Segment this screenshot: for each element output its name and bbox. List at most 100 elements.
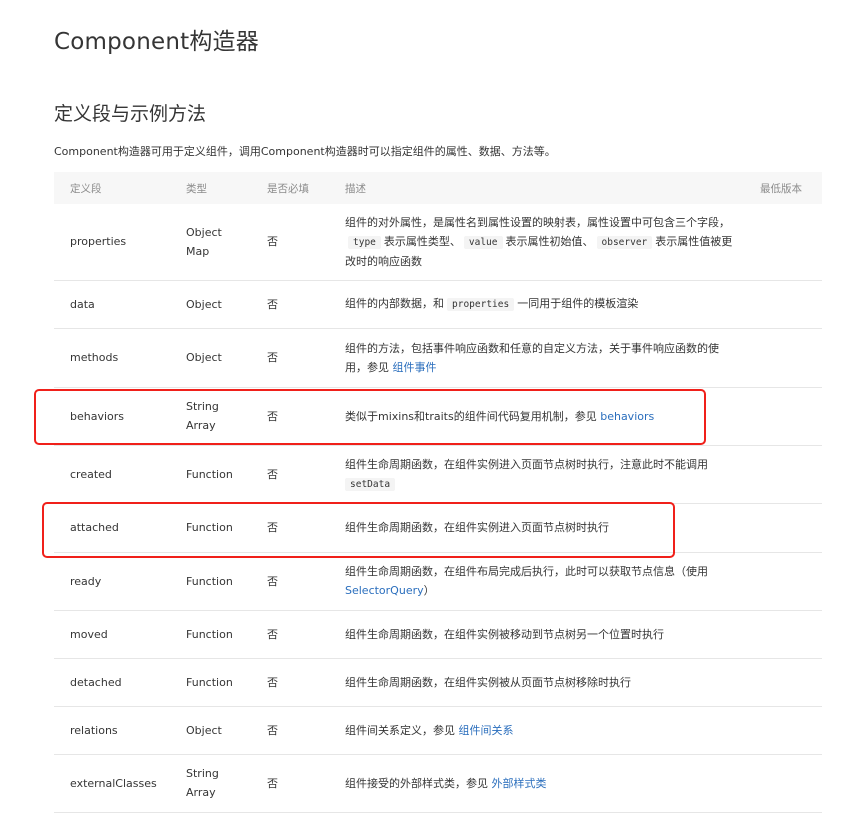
link-component-events[interactable]: 组件事件 [393, 361, 437, 374]
table-row: properties Object Map 否 组件的对外属性，是属性名到属性设… [54, 204, 822, 281]
link-component-relations[interactable]: 组件间关系 [459, 724, 514, 737]
table-row: relations Object 否 组件间关系定义，参见 组件间关系 [54, 706, 822, 755]
row-name: externalClasses [54, 754, 170, 813]
header-required: 是否必填 [251, 172, 329, 204]
link-selector-query[interactable]: SelectorQuery [345, 584, 424, 597]
table-row: detached Function 否 组件生命周期函数，在组件实例被从页面节点… [54, 658, 822, 707]
row-name: properties [54, 204, 170, 281]
row-type: String Array [170, 754, 251, 813]
desc-text: 组件生命周期函数，在组件实例被移动到节点树另一个位置时执行 [345, 627, 664, 641]
row-required: 否 [251, 387, 329, 446]
table-row: behaviors String Array 否 类似于mixins和trait… [54, 387, 822, 446]
row-description: 组件的内部数据，和 properties 一同用于组件的模板渲染 [329, 280, 744, 329]
row-type: Object [170, 706, 251, 755]
page-title: Component构造器 [54, 29, 259, 55]
row-description: 组件接受的外部样式类，参见 外部样式类 [329, 754, 744, 813]
row-name: moved [54, 610, 170, 659]
code-properties: properties [447, 298, 515, 311]
row-required: 否 [251, 503, 329, 553]
table-header-row: 定义段 类型 是否必填 描述 最低版本 [54, 172, 822, 204]
row-description: 组件生命周期函数，在组件实例被移动到节点树另一个位置时执行 [329, 610, 744, 659]
desc-text: 组件生命周期函数，在组件布局完成后执行，此时可以获取节点信息（使用 [345, 565, 708, 578]
row-description: 组件生命周期函数，在组件实例被从页面节点树移除时执行 [329, 658, 744, 707]
row-description: 类似于mixins和traits的组件间代码复用机制，参见 behaviors [329, 387, 744, 446]
desc-text: ） [423, 584, 435, 597]
row-min-version [744, 754, 822, 813]
row-name: created [54, 445, 170, 504]
row-type: Function [170, 503, 251, 553]
row-name: methods [54, 328, 170, 388]
table-row: externalClasses String Array 否 组件接受的外部样式… [54, 754, 822, 813]
desc-text: 组件生命周期函数，在组件实例进入页面节点树时执行，注意此时不能调用 [345, 457, 708, 471]
row-type: Object Map [170, 204, 251, 281]
row-name: data [54, 280, 170, 329]
desc-text: 表示属性初始值、 [505, 234, 594, 248]
desc-text: 组件的内部数据，和 [345, 297, 444, 310]
row-type: Function [170, 445, 251, 504]
intro-text: Component构造器可用于定义组件，调用Component构造器时可以指定组… [54, 145, 556, 158]
desc-text: 表示属性类型、 [383, 234, 461, 248]
row-description: 组件生命周期函数，在组件布局完成后执行，此时可以获取节点信息（使用 Selecto… [329, 552, 744, 611]
table-row: ready Function 否 组件生命周期函数，在组件布局完成后执行，此时可… [54, 552, 822, 611]
code-type: type [348, 235, 381, 249]
row-required: 否 [251, 706, 329, 755]
row-min-version [744, 204, 822, 281]
row-required: 否 [251, 445, 329, 504]
row-required: 否 [251, 552, 329, 611]
header-name: 定义段 [54, 172, 170, 204]
row-required: 否 [251, 610, 329, 659]
row-min-version [744, 610, 822, 659]
row-type: Object [170, 328, 251, 388]
row-min-version [744, 552, 822, 611]
header-description: 描述 [329, 172, 744, 204]
row-min-version [744, 503, 822, 553]
desc-text: 类似于mixins和traits的组件间代码复用机制，参见 [345, 409, 597, 423]
row-name: attached [54, 503, 170, 553]
desc-text: 组件的对外属性，是属性名到属性设置的映射表，属性设置中可包含三个字段， [345, 215, 730, 229]
table-row: methods Object 否 组件的方法，包括事件响应函数和任意的自定义方法… [54, 328, 822, 388]
row-name: relations [54, 706, 170, 755]
row-min-version [744, 445, 822, 504]
row-description: 组件生命周期函数，在组件实例进入页面节点树时执行 [329, 503, 744, 553]
row-required: 否 [251, 204, 329, 281]
row-type: Function [170, 658, 251, 707]
code-setdata: setData [345, 477, 396, 491]
row-type: String Array [170, 387, 251, 446]
row-required: 否 [251, 328, 329, 388]
section-title: 定义段与示例方法 [54, 103, 207, 125]
desc-text: 组件生命周期函数，在组件实例被从页面节点树移除时执行 [345, 675, 631, 689]
table-row: attached Function 否 组件生命周期函数，在组件实例进入页面节点… [54, 503, 822, 553]
link-external-classes[interactable]: 外部样式类 [492, 777, 547, 790]
row-min-version [744, 328, 822, 388]
definition-table: 定义段 类型 是否必填 描述 最低版本 properties Object Ma… [54, 172, 822, 813]
row-name: behaviors [54, 387, 170, 446]
row-description: 组件生命周期函数，在组件实例进入页面节点树时执行，注意此时不能调用 setData [329, 445, 744, 504]
row-type: Function [170, 610, 251, 659]
row-name: detached [54, 658, 170, 707]
row-min-version [744, 658, 822, 707]
row-min-version [744, 387, 822, 446]
row-type: Function [170, 552, 251, 611]
table-row: moved Function 否 组件生命周期函数，在组件实例被移动到节点树另一… [54, 610, 822, 659]
row-description: 组件的对外属性，是属性名到属性设置的映射表，属性设置中可包含三个字段，type 表… [329, 204, 744, 281]
row-required: 否 [251, 280, 329, 329]
row-required: 否 [251, 658, 329, 707]
table-row: created Function 否 组件生命周期函数，在组件实例进入页面节点树… [54, 445, 822, 504]
header-type: 类型 [170, 172, 251, 204]
desc-text: 一同用于组件的模板渲染 [517, 297, 639, 310]
row-name: ready [54, 552, 170, 611]
desc-text: 组件接受的外部样式类，参见 [345, 776, 488, 790]
table-row: data Object 否 组件的内部数据，和 properties 一同用于组件的… [54, 280, 822, 329]
header-min-version: 最低版本 [744, 172, 822, 204]
row-required: 否 [251, 754, 329, 813]
row-description: 组件的方法，包括事件响应函数和任意的自定义方法，关于事件响应函数的使用，参见 组… [329, 328, 744, 388]
code-observer: observer [596, 235, 653, 249]
row-min-version [744, 280, 822, 329]
row-description: 组件间关系定义，参见 组件间关系 [329, 706, 744, 755]
desc-text: 组件生命周期函数，在组件实例进入页面节点树时执行 [345, 521, 609, 534]
link-behaviors[interactable]: behaviors [600, 410, 654, 423]
desc-text: 组件间关系定义，参见 [345, 723, 455, 737]
row-min-version [744, 706, 822, 755]
row-type: Object [170, 280, 251, 329]
code-value: value [463, 235, 503, 249]
